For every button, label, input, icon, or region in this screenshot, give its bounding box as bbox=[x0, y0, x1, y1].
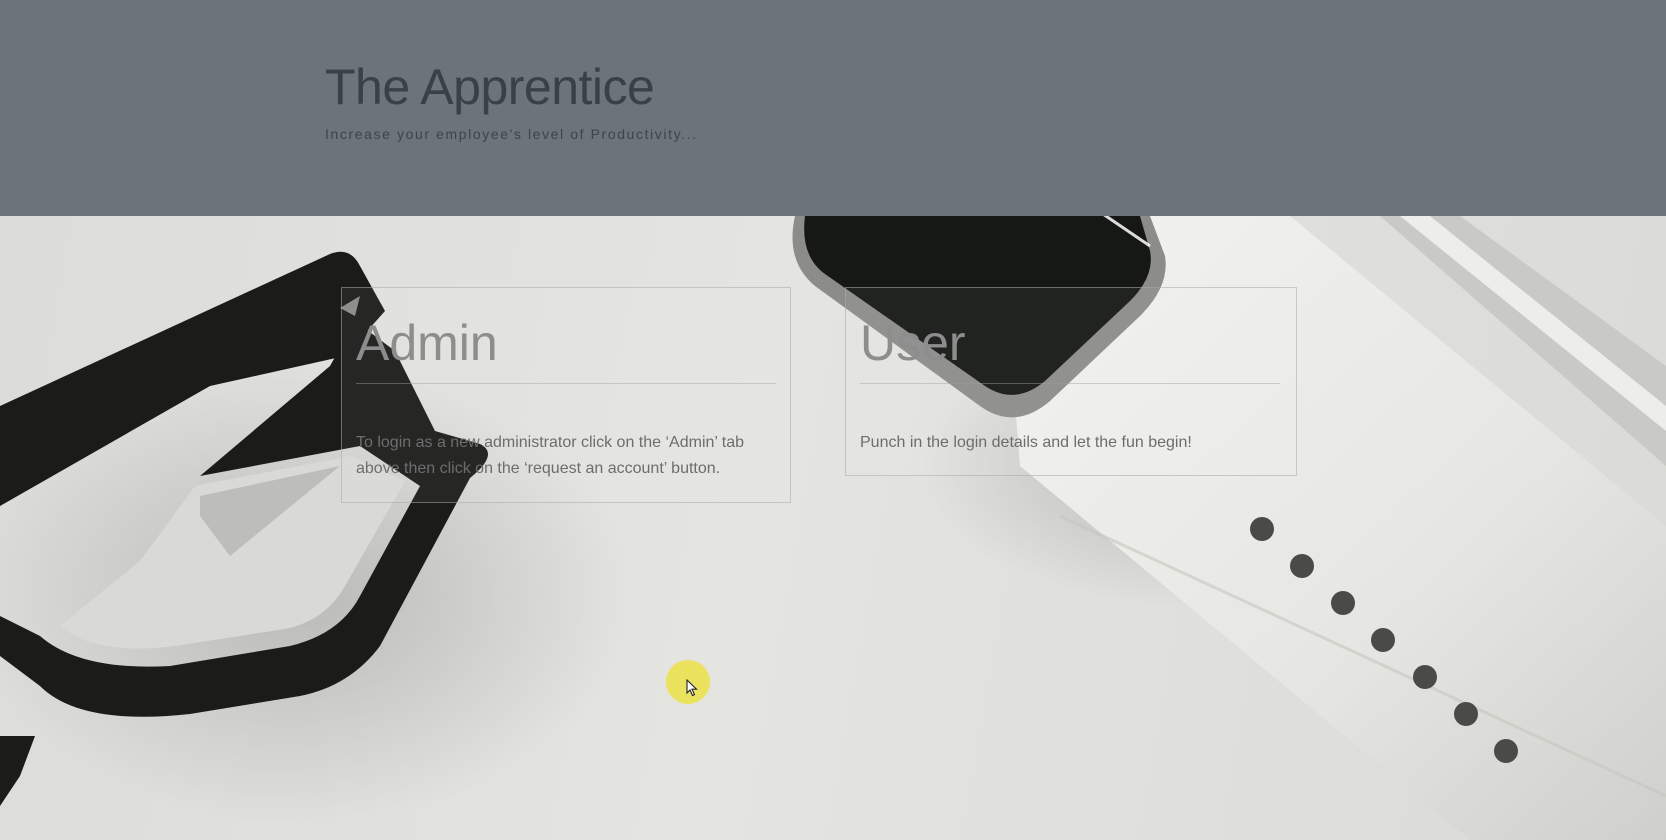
mouse-pointer-icon bbox=[686, 679, 698, 697]
hero-photo bbox=[0, 216, 1666, 840]
user-card: User Punch in the login details and let … bbox=[845, 287, 1297, 476]
hero-background bbox=[0, 216, 1666, 840]
user-card-text: Punch in the login details and let the f… bbox=[860, 434, 1192, 451]
admin-card: Admin To login as a new administrator cl… bbox=[341, 287, 791, 503]
user-card-heading: User bbox=[860, 315, 966, 371]
site-title[interactable]: The Apprentice bbox=[325, 58, 655, 116]
site-tagline: Increase your employee's level of Produc… bbox=[325, 126, 698, 142]
admin-card-text: To login as a new administrator click on… bbox=[356, 434, 745, 477]
admin-card-heading: Admin bbox=[356, 315, 498, 371]
admin-card-divider bbox=[356, 383, 776, 384]
user-card-divider bbox=[860, 383, 1280, 384]
page: The Apprentice Increase your employee's … bbox=[0, 0, 1666, 840]
mouse-cursor bbox=[666, 660, 710, 704]
site-header: The Apprentice Increase your employee's … bbox=[0, 0, 1666, 216]
